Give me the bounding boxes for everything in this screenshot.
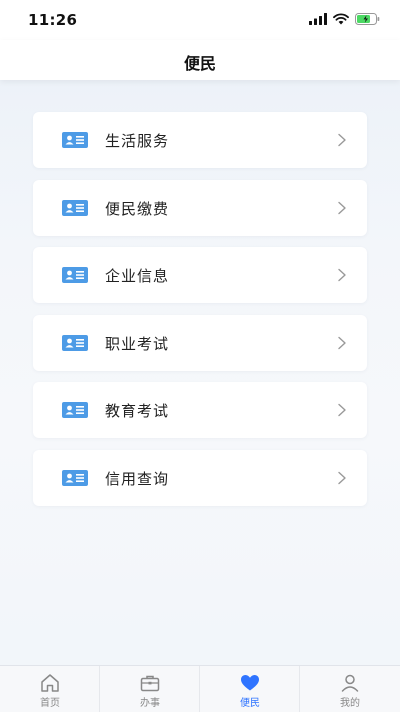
status-bar: 11:26 <box>0 0 400 40</box>
chevron-right-icon <box>338 201 346 214</box>
chevron-right-icon <box>338 133 346 147</box>
chevron-right-icon <box>338 403 346 417</box>
menu-item-life-services[interactable]: 生活服务 <box>33 112 367 168</box>
menu-item-credit-inquiry[interactable]: 信用查询 <box>33 449 367 506</box>
wifi-icon <box>333 13 349 25</box>
home-icon <box>41 674 59 692</box>
chevron-right-icon <box>338 471 346 484</box>
page-title: 便民 <box>183 54 216 73</box>
tab-mine[interactable]: 我的 <box>300 666 400 712</box>
status-icons <box>309 12 380 26</box>
menu-item-label: 教育考试 <box>105 402 170 420</box>
tab-home[interactable]: 首页 <box>0 666 100 712</box>
tab-label: 便民 <box>240 698 260 709</box>
heart-icon <box>241 675 259 691</box>
bottom-tab-bar: 首页 办事 便民 我的 <box>0 665 400 712</box>
id-card-icon <box>62 334 88 351</box>
tab-affairs[interactable]: 办事 <box>100 666 200 712</box>
tab-label: 首页 <box>40 698 60 709</box>
menu-item-enterprise-info[interactable]: 企业信息 <box>33 247 367 303</box>
menu-item-label: 企业信息 <box>105 267 170 285</box>
id-card-icon <box>62 469 88 486</box>
chevron-right-icon <box>338 268 346 282</box>
battery-icon <box>355 13 380 25</box>
signal-icon <box>309 13 327 25</box>
chevron-right-icon <box>338 336 346 349</box>
service-menu: 生活服务 便民缴费 企业信息 职业考试 教育考试 信用查询 <box>33 112 367 517</box>
id-card-icon <box>62 199 88 216</box>
menu-item-label: 生活服务 <box>105 132 170 150</box>
menu-item-label: 职业考试 <box>105 334 170 353</box>
tab-label: 办事 <box>140 698 160 709</box>
menu-item-label: 信用查询 <box>105 469 170 488</box>
id-card-icon <box>62 132 88 148</box>
status-time: 11:26 <box>28 11 78 29</box>
briefcase-icon <box>140 675 160 692</box>
tab-label: 我的 <box>340 698 360 709</box>
id-card-icon <box>62 402 88 418</box>
nav-header: 便民 <box>0 40 400 80</box>
menu-item-utility-payment[interactable]: 便民缴费 <box>33 179 367 236</box>
menu-item-label: 便民缴费 <box>105 199 170 218</box>
tab-convenience[interactable]: 便民 <box>200 666 300 712</box>
menu-item-education-exam[interactable]: 教育考试 <box>33 382 367 438</box>
id-card-icon <box>62 267 88 283</box>
user-icon <box>341 674 359 692</box>
menu-item-professional-exam[interactable]: 职业考试 <box>33 314 367 371</box>
